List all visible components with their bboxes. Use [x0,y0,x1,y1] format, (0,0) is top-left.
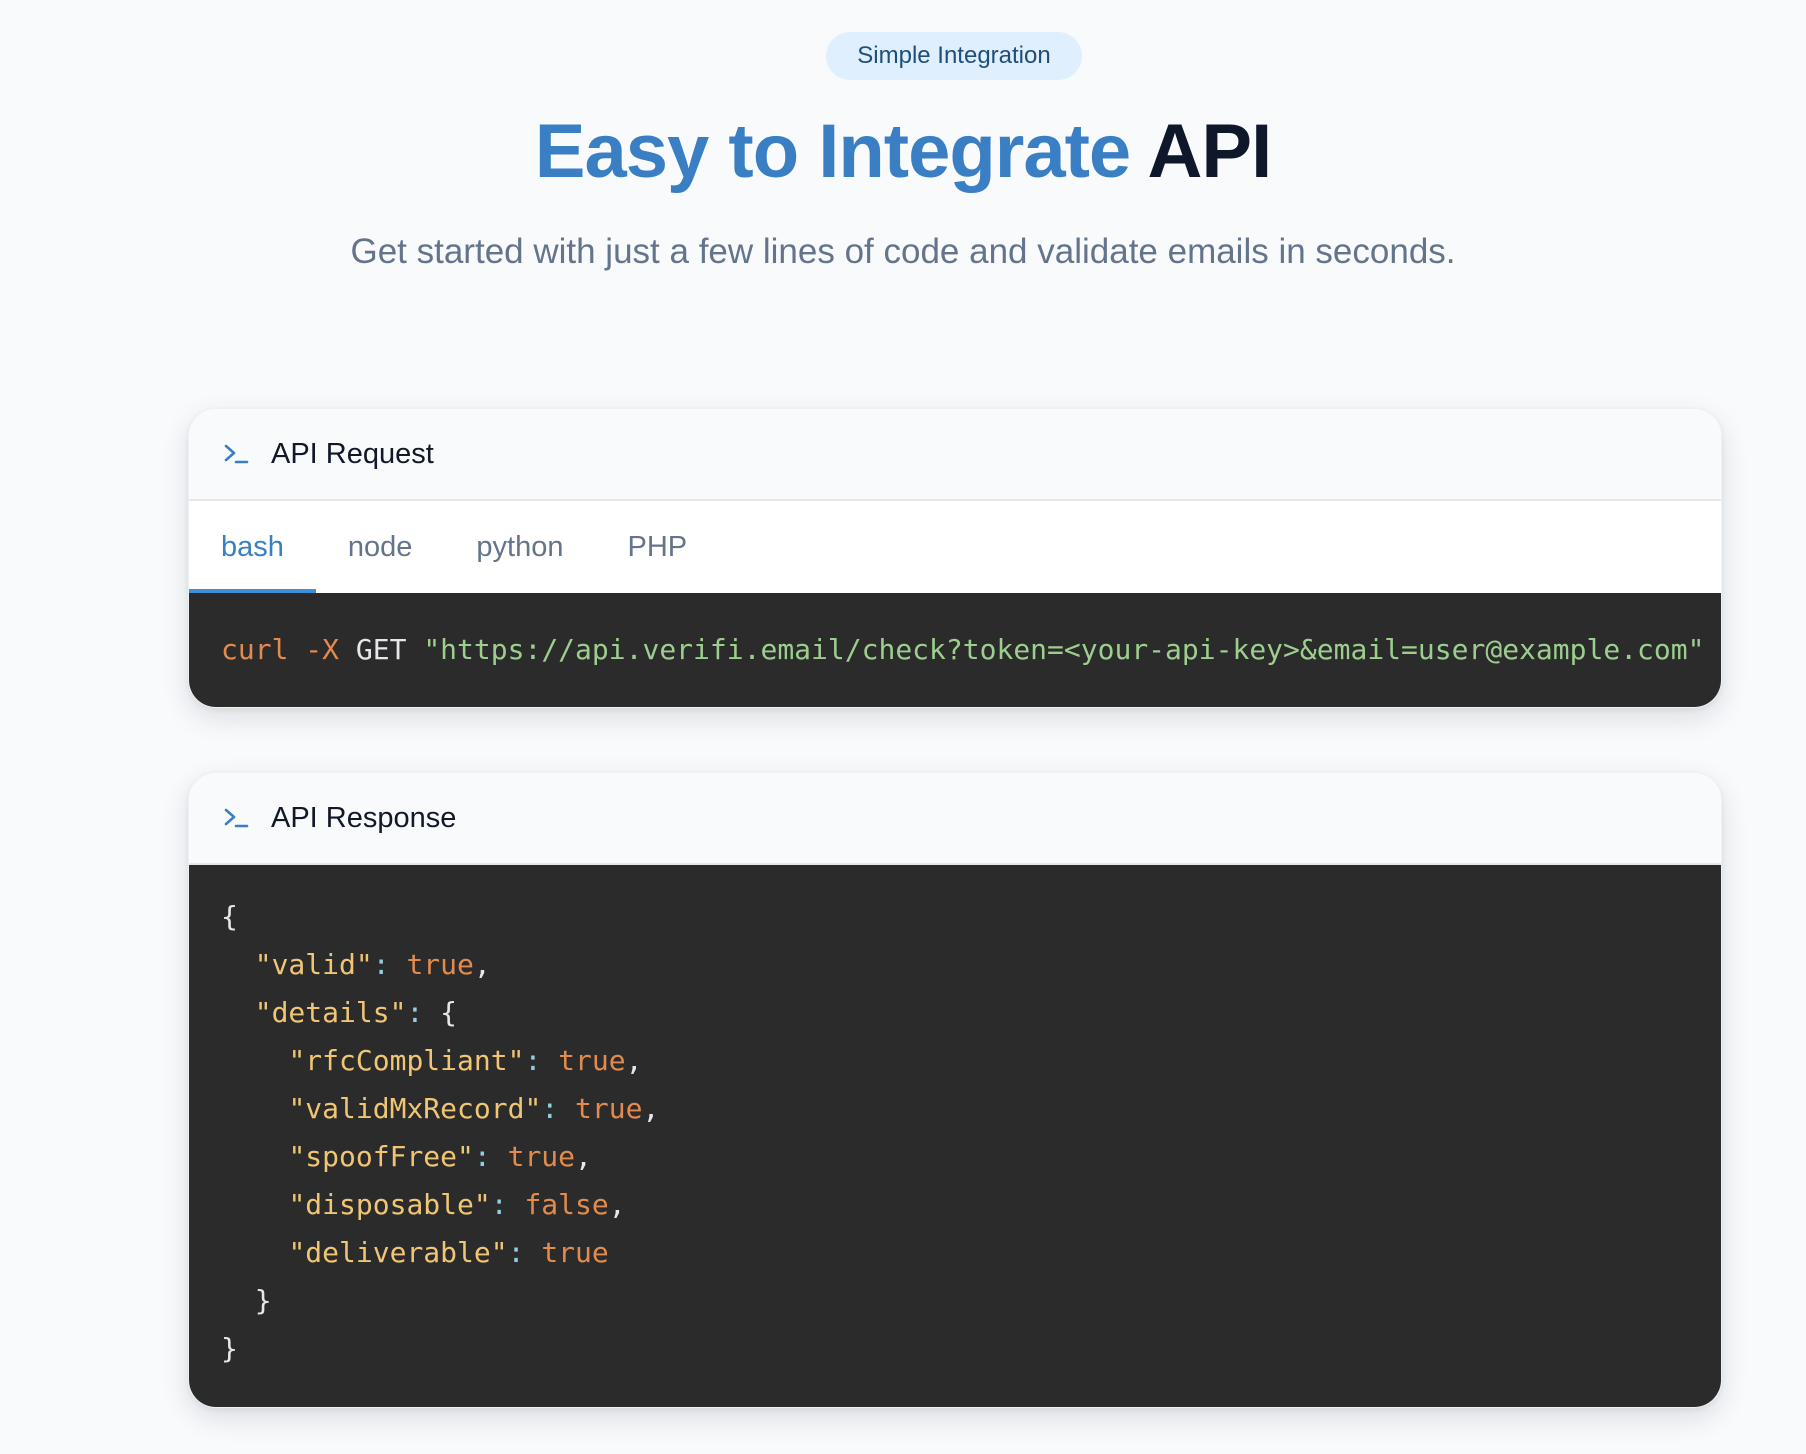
code-command: curl [221,633,289,666]
api-response-title: API Response [271,801,457,834]
code-line: "deliverable": true [288,1236,609,1269]
api-request-header: API Request [189,409,1721,501]
tab-bash[interactable]: bash [189,501,316,593]
code-flag: -X [305,633,340,666]
code-line: } [221,1332,238,1365]
code-line: "details": { [254,996,458,1029]
tab-php[interactable]: PHP [627,501,687,593]
page-title: Easy to Integrate API [0,104,1806,200]
code-line: } [254,1284,272,1317]
title-accent: Easy to Integrate [534,109,1131,194]
api-request-title: API Request [271,437,434,470]
title-plain: API [1147,109,1273,194]
api-response-header: API Response [189,773,1721,865]
code-line: "disposable": false, [288,1188,626,1221]
tab-python[interactable]: python [476,501,563,593]
response-code-block: { "valid": true, "details": { "rfcCompli… [189,865,1721,1407]
page-subtitle: Get started with just a few lines of cod… [350,232,1456,271]
tab-node[interactable]: node [348,501,413,593]
terminal-icon [221,437,255,471]
code-line: "valid": true, [254,948,491,981]
code-method: GET [355,633,407,666]
section-badge: Simple Integration [826,32,1082,80]
code-url: "https://api.verifi.email/check?token=<y… [423,633,1705,666]
api-request-card: API Request bash node python PHP curl -X… [188,408,1722,708]
terminal-icon [221,801,255,835]
request-code-block: curl -X GET "https://api.verifi.email/ch… [189,593,1721,707]
code-line: "validMxRecord": true, [288,1092,660,1125]
api-response-card: API Response { "valid": true, "details":… [188,772,1722,1408]
code-line: "rfcCompliant": true, [288,1044,643,1077]
code-line: "spoofFree": true, [288,1140,592,1173]
code-line: { [221,900,238,933]
language-tabs: bash node python PHP [189,501,1721,593]
